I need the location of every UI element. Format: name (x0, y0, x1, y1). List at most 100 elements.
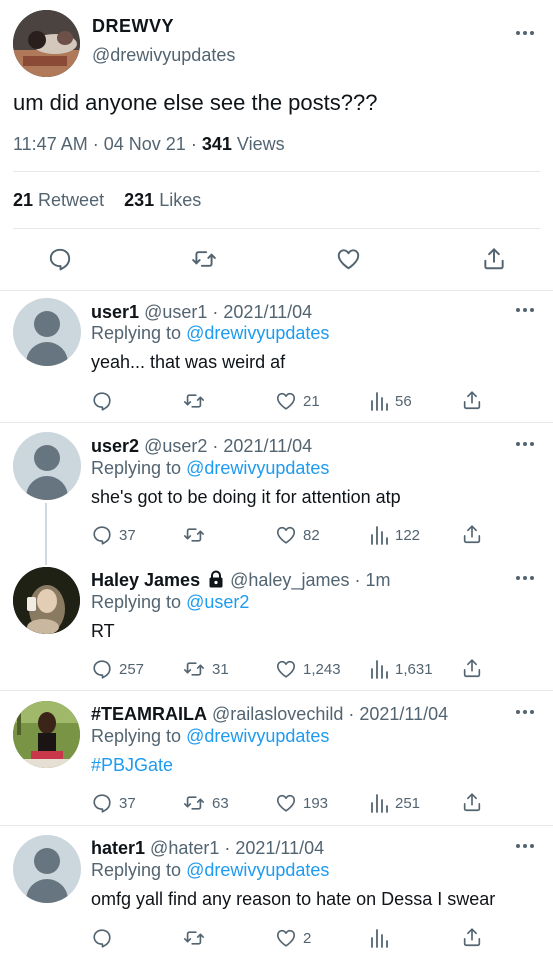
reply-text: she's got to be doing it for attention a… (91, 487, 401, 507)
replying-to: Replying to @drewivyupdates (91, 726, 329, 747)
reply-button[interactable]: 257 (91, 658, 144, 680)
views-label: Views (236, 134, 285, 154)
like-button[interactable]: 21 (275, 390, 320, 412)
reply-name[interactable]: hater1 (91, 838, 145, 858)
main-handle[interactable]: @drewivyupdates (92, 45, 235, 66)
retweet-button[interactable] (182, 524, 212, 546)
haley-avatar[interactable] (13, 567, 80, 634)
replying-to: Replying to @drewivyupdates (91, 323, 329, 344)
main-reply-icon[interactable] (47, 246, 73, 277)
more-icon[interactable] (516, 575, 534, 581)
share-button[interactable] (461, 791, 483, 813)
reply-date[interactable]: 1m (366, 570, 391, 590)
share-button[interactable] (461, 389, 483, 411)
reply-name[interactable]: user2 (91, 436, 139, 456)
teamraila-avatar[interactable] (13, 701, 80, 768)
replying-to-link[interactable]: @drewivyupdates (186, 860, 329, 880)
retweets-label[interactable]: Retweet (38, 190, 104, 210)
retweet-button[interactable] (182, 390, 212, 412)
reply-text: RT (91, 621, 115, 641)
main-like-icon[interactable] (335, 246, 362, 277)
like-icon (276, 660, 296, 678)
share-button[interactable] (461, 926, 483, 948)
reply-handle[interactable]: @hater1 (150, 838, 219, 858)
retweet-icon (184, 931, 204, 945)
views-count: 122 (395, 526, 421, 544)
reply-date[interactable]: 2021/11/04 (223, 302, 312, 322)
main-retweet-icon[interactable] (190, 246, 218, 277)
reply-handle[interactable]: @user1 (144, 302, 207, 322)
main-tweet-date[interactable]: 04 Nov 21 (104, 134, 186, 154)
reply-icon (93, 392, 111, 411)
more-icon[interactable] (516, 441, 534, 447)
reply-name[interactable]: user1 (91, 302, 139, 322)
views-icon (371, 929, 388, 948)
replying-prefix: Replying to (91, 860, 182, 880)
like-icon (276, 526, 296, 544)
replying-to-link[interactable]: @drewivyupdates (186, 458, 329, 478)
reply-button[interactable]: 37 (91, 792, 136, 814)
main-display-name[interactable]: DREWVY (92, 16, 174, 37)
reply-button[interactable] (91, 390, 119, 412)
likes-count[interactable]: 231 (124, 190, 154, 210)
replying-prefix: Replying to (91, 592, 182, 612)
retweet-button[interactable] (182, 927, 212, 949)
views-button[interactable]: 1,631 (369, 658, 433, 680)
like-button[interactable]: 2 (275, 927, 311, 949)
reply-count: 37 (119, 794, 136, 812)
retweet-icon (184, 528, 204, 542)
reply-button[interactable] (91, 927, 119, 949)
separator: · (224, 838, 231, 858)
views-count: 251 (395, 794, 421, 812)
like-icon (276, 392, 296, 410)
reply-name[interactable]: Haley James (91, 570, 200, 590)
share-button[interactable] (461, 657, 483, 679)
views-icon (371, 660, 388, 679)
retweet-count: 31 (212, 660, 229, 678)
views-button[interactable] (369, 927, 395, 949)
replying-to: Replying to @drewivyupdates (91, 860, 329, 881)
reply-header: user2 @user2 · 2021/11/04 (91, 436, 312, 457)
views-button[interactable]: 251 (369, 792, 420, 814)
replying-prefix: Replying to (91, 726, 182, 746)
retweet-button[interactable]: 31 (182, 658, 229, 680)
replying-to-link[interactable]: @drewivyupdates (186, 726, 329, 746)
more-icon[interactable] (516, 307, 534, 313)
reply-text: yeah... that was weird af (91, 352, 286, 372)
likes-label[interactable]: Likes (159, 190, 201, 210)
reply-name[interactable]: #TEAMRAILA (91, 704, 207, 724)
like-button[interactable]: 82 (275, 524, 320, 546)
views-button[interactable]: 122 (369, 524, 420, 546)
reply-date[interactable]: 2021/11/04 (359, 704, 448, 724)
more-icon[interactable] (516, 709, 534, 715)
like-count: 82 (303, 526, 320, 544)
reply-button[interactable]: 37 (91, 524, 136, 546)
divider (13, 171, 540, 172)
reply-handle[interactable]: @user2 (144, 436, 207, 456)
separator: · (212, 302, 219, 322)
reply-count: 257 (119, 660, 145, 678)
main-share-icon[interactable] (481, 245, 507, 277)
replying-to-link[interactable]: @drewivyupdates (186, 323, 329, 343)
replying-to-link[interactable]: @user2 (186, 592, 249, 612)
retweets-count[interactable]: 21 (13, 190, 33, 210)
main-avatar[interactable] (13, 10, 80, 77)
like-button[interactable]: 1,243 (275, 658, 341, 680)
reply-hashtag-text[interactable]: #PBJGate (91, 755, 173, 776)
more-icon[interactable] (516, 843, 534, 849)
main-more-icon[interactable] (516, 30, 534, 36)
views-button[interactable]: 56 (369, 390, 412, 412)
reply-handle[interactable]: @haley_james (230, 570, 349, 590)
like-button[interactable]: 193 (275, 792, 328, 814)
retweet-button[interactable]: 63 (182, 792, 229, 814)
default-avatar-icon[interactable] (13, 298, 81, 366)
reply-header: hater1 @hater1 · 2021/11/04 (91, 838, 324, 859)
reply-date[interactable]: 2021/11/04 (235, 838, 324, 858)
views-icon (371, 392, 388, 411)
default-avatar-icon[interactable] (13, 432, 81, 500)
reply-handle[interactable]: @railaslovechild (212, 704, 343, 724)
default-avatar-icon[interactable] (13, 835, 81, 903)
share-button[interactable] (461, 523, 483, 545)
reply-date[interactable]: 2021/11/04 (223, 436, 312, 456)
main-tweet-time[interactable]: 11:47 AM (13, 134, 88, 154)
